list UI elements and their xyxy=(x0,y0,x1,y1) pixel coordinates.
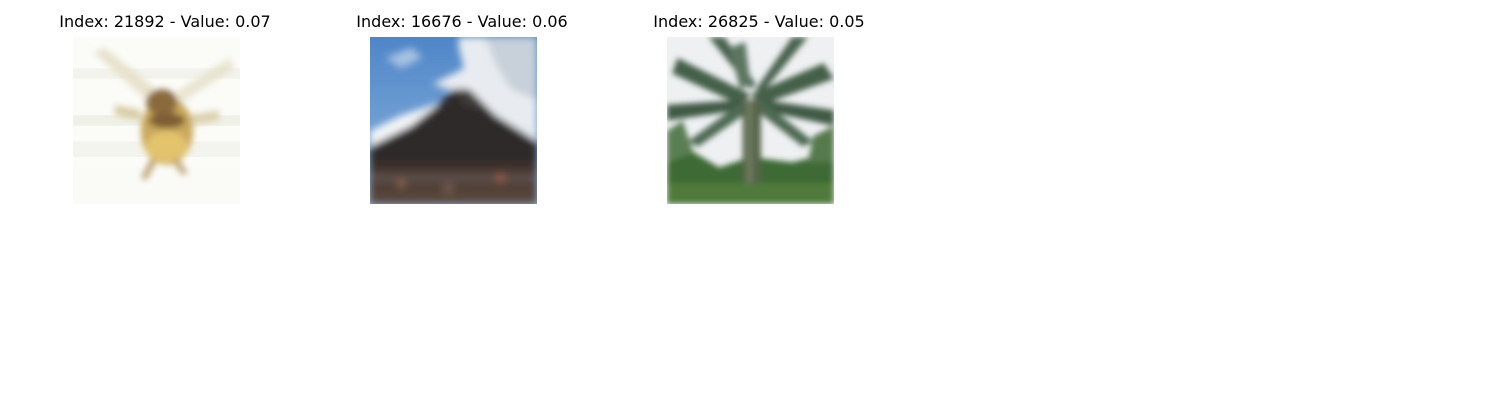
volcano-image xyxy=(370,37,537,204)
image-panel-3: Index: 26825 - Value: 0.05 xyxy=(604,0,904,210)
panel-title: Index: 26825 - Value: 0.05 xyxy=(653,12,865,31)
panel-title: Index: 16676 - Value: 0.06 xyxy=(356,12,568,31)
image-panel-2: Index: 16676 - Value: 0.06 xyxy=(307,0,607,210)
palm-tree-image xyxy=(667,37,834,204)
insect-image xyxy=(73,37,240,204)
panel-title: Index: 21892 - Value: 0.07 xyxy=(59,12,271,31)
image-panel-1: Index: 21892 - Value: 0.07 xyxy=(10,0,310,210)
